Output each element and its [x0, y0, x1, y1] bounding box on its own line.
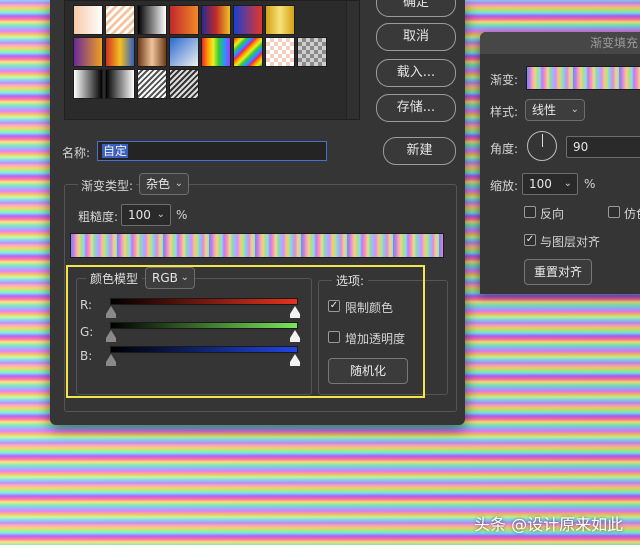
scale-input[interactable]: 100 ⌄	[522, 173, 578, 195]
angle-dial[interactable]	[527, 131, 557, 161]
preset-swatch[interactable]	[201, 37, 231, 67]
preset-swatch[interactable]	[73, 5, 103, 35]
annotation-highlight-box	[66, 265, 425, 398]
scale-value: 100	[529, 177, 552, 191]
align-with-layer-checkbox[interactable]: ✓	[524, 234, 536, 246]
watermark-text: 头条 @设计原来如此	[474, 515, 624, 534]
preset-swatch[interactable]	[105, 37, 135, 67]
dither-label: 仿色	[624, 207, 640, 221]
preset-swatch[interactable]	[297, 37, 327, 67]
reverse-checkbox[interactable]	[524, 206, 536, 218]
preset-swatch[interactable]	[169, 69, 199, 99]
angle-value: 90	[573, 140, 589, 154]
preset-swatch[interactable]	[233, 37, 263, 67]
preset-swatch[interactable]	[137, 69, 167, 99]
cancel-button[interactable]: 取消	[376, 23, 456, 51]
style-select[interactable]: 线性 ⌄	[525, 99, 585, 121]
presets-scrollbar[interactable]	[346, 1, 359, 119]
gradient-preview-bar[interactable]	[70, 233, 444, 258]
reverse-label: 反向	[540, 207, 565, 221]
scale-label: 缩放:	[490, 179, 519, 193]
preset-swatch[interactable]	[265, 37, 295, 67]
gradient-fill-panel: 渐变填充 渐变: 样式: 线性 ⌄ 角度: 90 缩放: 100 ⌄ % 反向 …	[480, 32, 640, 294]
style-value: 线性	[532, 103, 557, 117]
gradient-type-label: 渐变类型:	[78, 177, 137, 194]
chevron-down-icon: ⌄	[156, 209, 165, 220]
load-button[interactable]: 载入...	[376, 59, 456, 87]
chevron-down-icon: ⌄	[570, 104, 579, 115]
panel-title: 渐变填充	[480, 32, 640, 54]
preset-swatch[interactable]	[201, 5, 231, 35]
name-input[interactable]: 自定	[97, 141, 327, 161]
preset-swatch[interactable]	[105, 69, 135, 99]
preset-swatch[interactable]	[105, 5, 135, 35]
new-button[interactable]: 新建	[383, 137, 456, 165]
angle-label: 角度:	[490, 142, 519, 156]
align-with-layer-label: 与图层对齐	[540, 235, 601, 249]
chevron-down-icon: ⌄	[174, 178, 183, 189]
roughness-label: 粗糙度:	[78, 210, 119, 224]
preset-swatch[interactable]	[169, 37, 199, 67]
gradient-type-value: 杂色	[146, 177, 171, 191]
preset-swatch[interactable]	[233, 5, 263, 35]
style-label: 样式:	[490, 105, 519, 119]
scale-unit: %	[584, 177, 596, 191]
roughness-value: 100	[128, 208, 151, 222]
reset-align-button[interactable]: 重置对齐	[524, 259, 592, 285]
roughness-unit: %	[176, 208, 188, 222]
preset-swatch[interactable]	[137, 5, 167, 35]
preset-swatch[interactable]	[73, 37, 103, 67]
preset-swatch[interactable]	[73, 69, 103, 99]
angle-input[interactable]: 90	[566, 136, 640, 158]
roughness-input[interactable]: 100 ⌄	[121, 204, 171, 226]
preset-swatch[interactable]	[137, 37, 167, 67]
name-label: 名称:	[62, 146, 91, 160]
preset-swatch[interactable]	[169, 5, 199, 35]
chevron-down-icon: ⌄	[563, 178, 572, 189]
dither-checkbox[interactable]	[608, 206, 620, 218]
save-button[interactable]: 存储...	[376, 94, 456, 122]
ok-button[interactable]: 确定	[376, 0, 456, 17]
gradient-presets-grid[interactable]	[64, 0, 360, 120]
panel-gradient-label: 渐变:	[490, 73, 519, 87]
panel-gradient-preview[interactable]	[526, 66, 640, 90]
gradient-type-select[interactable]: 杂色 ⌄	[139, 173, 189, 195]
name-input-value: 自定	[102, 144, 129, 158]
preset-swatch[interactable]	[265, 5, 295, 35]
